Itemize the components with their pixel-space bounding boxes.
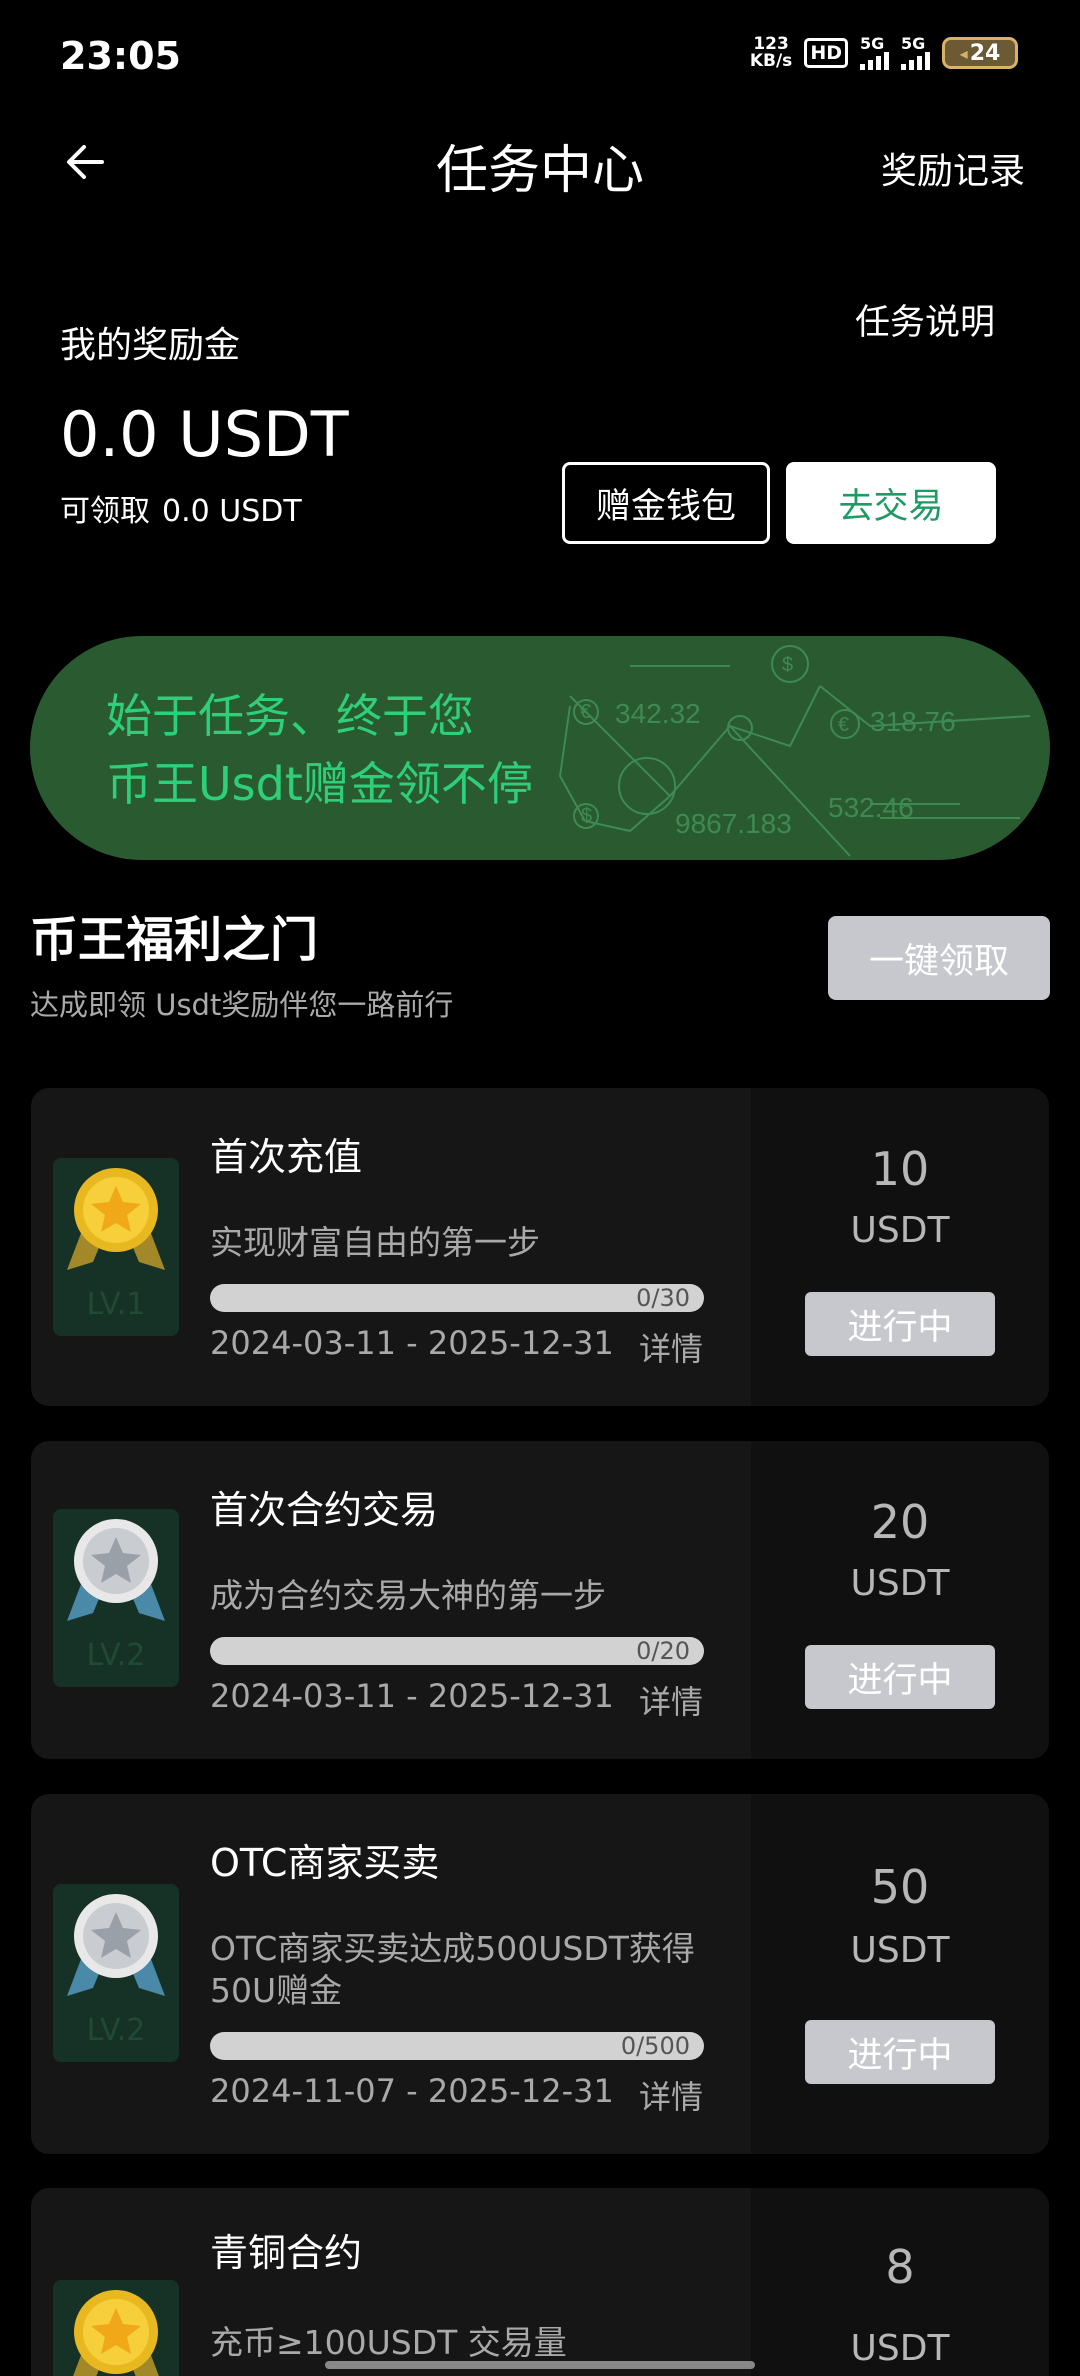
reward-amount: 10 bbox=[870, 1142, 930, 1196]
claimable-amount: 可领取 0.0 USDT bbox=[60, 494, 302, 529]
reward-amount: 50 bbox=[870, 1860, 930, 1914]
banner-number: 318.76 bbox=[870, 706, 956, 737]
silver-medal-icon bbox=[67, 1519, 165, 1621]
banner-subheadline: 币王Usdt赠金领不停 bbox=[106, 757, 533, 811]
task-status-button[interactable]: 进行中 bbox=[805, 1292, 995, 1356]
svg-text:$: $ bbox=[782, 654, 793, 676]
section-title: 币王福利之门 bbox=[30, 912, 319, 968]
section-subtitle: 达成即领 Usdt奖励伴您一路前行 bbox=[30, 988, 454, 1022]
task-progress-bar: 0/30 bbox=[210, 1284, 704, 1312]
reward-unit: USDT bbox=[850, 1210, 950, 1251]
signal-icon: 5G bbox=[860, 36, 889, 70]
task-detail-link[interactable]: 详情 bbox=[639, 1324, 703, 1370]
bonus-wallet-button[interactable]: 赠金钱包 bbox=[562, 462, 770, 544]
task-date-range: 2024-03-11 - 2025-12-31 bbox=[210, 1324, 614, 1362]
task-card[interactable]: LV.1 首次充值 实现财富自由的第一步 0/30 2024-03-11 - 2… bbox=[31, 1088, 1049, 1406]
svg-text:€: € bbox=[838, 714, 849, 736]
reward-unit: USDT bbox=[850, 1930, 950, 1971]
task-description: 成为合约交易大神的第一步 bbox=[210, 1576, 606, 1615]
task-date-range: 2024-11-07 - 2025-12-31 bbox=[210, 2072, 614, 2110]
claim-all-button[interactable]: 一键领取 bbox=[828, 916, 1050, 1000]
medal-badge: LV.2 bbox=[53, 1884, 179, 2062]
task-description: OTC商家买卖达成500USDT获得50U赠金 bbox=[210, 1929, 695, 2010]
reward-amount: 8 bbox=[885, 2240, 915, 2294]
hd-voice-icon: HD bbox=[804, 38, 848, 68]
banner-number: 532.46 bbox=[828, 792, 914, 823]
progress-text: 0/20 bbox=[636, 1637, 690, 1665]
home-indicator[interactable] bbox=[325, 2361, 755, 2369]
gold-medal-icon bbox=[67, 1168, 165, 1270]
task-detail-link[interactable]: 详情 bbox=[639, 1677, 703, 1723]
banner-number: 9867.183 bbox=[675, 808, 792, 839]
task-date-range: 2024-03-11 - 2025-12-31 bbox=[210, 1677, 614, 1715]
network-speed: 123 KB/s bbox=[749, 34, 793, 71]
task-card[interactable]: LV.2 OTC商家买卖 OTC商家买卖达成500USDT获得50U赠金 0/5… bbox=[31, 1794, 1049, 2154]
task-description: 实现财富自由的第一步 bbox=[210, 1223, 540, 1262]
progress-text: 0/500 bbox=[620, 2032, 690, 2060]
reward-unit: USDT bbox=[850, 2328, 950, 2369]
silver-medal-icon bbox=[67, 1894, 165, 1996]
medal-badge: LV.1 bbox=[53, 1158, 179, 1336]
progress-text: 0/30 bbox=[636, 1284, 690, 1312]
task-card[interactable]: LV.2 首次合约交易 成为合约交易大神的第一步 0/20 2024-03-11… bbox=[31, 1441, 1049, 1759]
task-title: 首次充值 bbox=[210, 1135, 363, 1179]
task-description-link[interactable]: 任务说明 bbox=[855, 294, 995, 345]
task-card[interactable]: 青铜合约 充币≥100USDT 交易量 8 USDT bbox=[31, 2188, 1049, 2376]
task-status-button[interactable]: 进行中 bbox=[805, 1645, 995, 1709]
reward-balance-label: 我的奖励金 bbox=[60, 325, 241, 366]
go-trade-button[interactable]: 去交易 bbox=[786, 462, 996, 544]
status-icons: 123 KB/s HD 5G 5G ◂ 24 bbox=[750, 36, 1018, 70]
task-progress-bar: 0/20 bbox=[210, 1637, 704, 1665]
battery-icon: ◂ 24 bbox=[942, 37, 1018, 69]
task-title: 首次合约交易 bbox=[210, 1488, 439, 1532]
task-title: OTC商家买卖 bbox=[210, 1841, 440, 1885]
task-status-button[interactable]: 进行中 bbox=[805, 2020, 995, 2084]
reward-amount: 20 bbox=[870, 1495, 930, 1549]
reward-unit: USDT bbox=[850, 1563, 950, 1604]
task-detail-link[interactable]: 详情 bbox=[639, 2072, 703, 2118]
banner-headline: 始于任务、终于您 bbox=[106, 689, 474, 743]
reward-records-link[interactable]: 奖励记录 bbox=[881, 142, 1025, 194]
task-title: 青铜合约 bbox=[210, 2231, 363, 2275]
task-reward-panel bbox=[751, 1794, 1049, 2154]
signal-icon: 5G bbox=[901, 36, 930, 70]
medal-badge: LV.2 bbox=[53, 1509, 179, 1687]
medal-badge bbox=[53, 2280, 179, 2376]
svg-text:$: $ bbox=[581, 805, 592, 827]
status-time: 23:05 bbox=[60, 34, 181, 78]
gold-medal-icon bbox=[73, 2290, 159, 2376]
reward-balance-amount: 0.0 USDT bbox=[60, 398, 349, 471]
banner-number: 342.32 bbox=[615, 698, 701, 729]
task-progress-bar: 0/500 bbox=[210, 2032, 704, 2060]
svg-text:€: € bbox=[580, 701, 591, 723]
status-bar: 23:05 123 KB/s HD 5G 5G ◂ 24 bbox=[0, 0, 1080, 115]
task-description: 充币≥100USDT 交易量 bbox=[210, 2323, 567, 2362]
promo-banner[interactable]: $ € € $ 始于任务、终于您 币王Usdt赠金领不停 342.32 318.… bbox=[30, 636, 1050, 860]
